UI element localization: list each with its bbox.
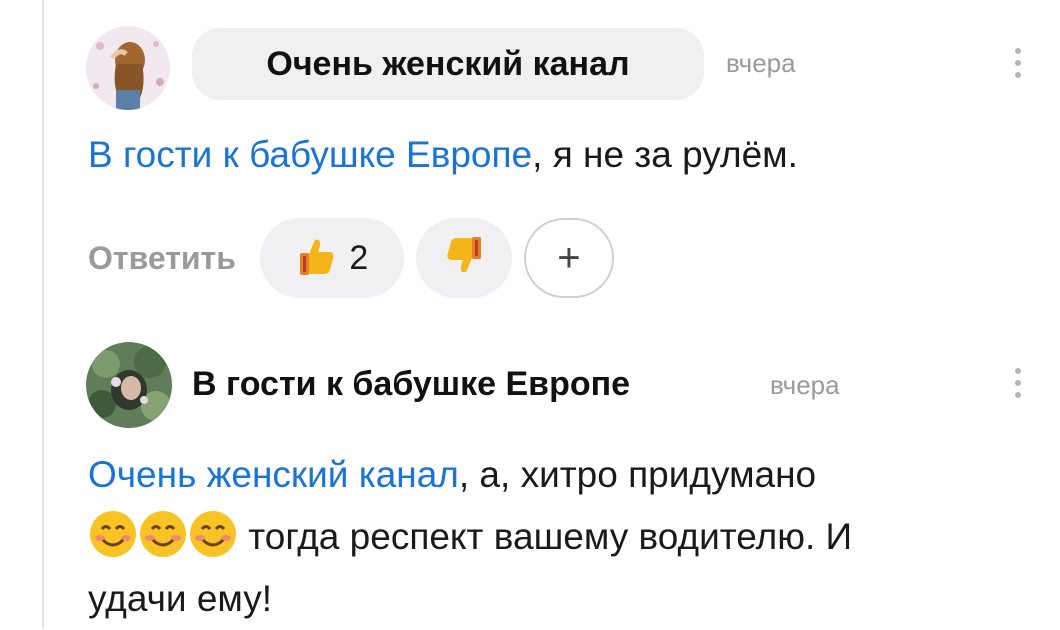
reply-button[interactable]: Ответить bbox=[88, 240, 236, 277]
comment-text: В гости к бабушке Европе, я не за рулём. bbox=[88, 124, 798, 186]
comment-body: , а, хитро придумано bbox=[458, 454, 817, 495]
kebab-menu-icon[interactable] bbox=[1014, 368, 1022, 404]
comment-actions: Ответить 2 + bbox=[88, 218, 614, 298]
thumbs-up-icon bbox=[295, 234, 339, 283]
like-count: 2 bbox=[349, 238, 369, 277]
thread-line bbox=[42, 0, 44, 628]
comment-body: тогда респект вашему водителю. И bbox=[238, 516, 853, 557]
comment-line: Очень женский канал, а, хитро придумано bbox=[88, 444, 852, 506]
add-reaction-button[interactable]: + bbox=[523, 218, 614, 298]
dislike-button[interactable] bbox=[415, 218, 512, 298]
comment-line: тогда респект вашему водителю. И bbox=[88, 506, 852, 568]
comment-text: Очень женский канал, а, хитро придумано … bbox=[88, 444, 852, 630]
plus-icon: + bbox=[557, 236, 581, 280]
kebab-menu-icon[interactable] bbox=[1014, 48, 1022, 84]
smiling-face-icon bbox=[140, 511, 186, 557]
smiling-face-icon bbox=[90, 511, 136, 557]
comment-time: вчера bbox=[770, 370, 840, 400]
comment-author[interactable]: Очень женский канал bbox=[266, 45, 629, 84]
thumbs-down-icon bbox=[442, 234, 486, 283]
comment-author[interactable]: В гости к бабушке Европе bbox=[192, 356, 630, 412]
smiling-face-icon bbox=[190, 511, 236, 557]
avatar[interactable] bbox=[86, 26, 170, 110]
comment-line: удачи ему! bbox=[88, 578, 273, 619]
comment-author-chip[interactable]: Очень женский канал bbox=[192, 28, 704, 100]
mention-link[interactable]: Очень женский канал bbox=[88, 454, 459, 495]
mention-link[interactable]: В гости к бабушке Европе bbox=[88, 134, 532, 175]
comment-body: , я не за рулём. bbox=[532, 134, 798, 175]
comment-time: вчера bbox=[726, 48, 796, 78]
like-button[interactable]: 2 bbox=[259, 218, 404, 298]
avatar[interactable] bbox=[86, 342, 172, 428]
